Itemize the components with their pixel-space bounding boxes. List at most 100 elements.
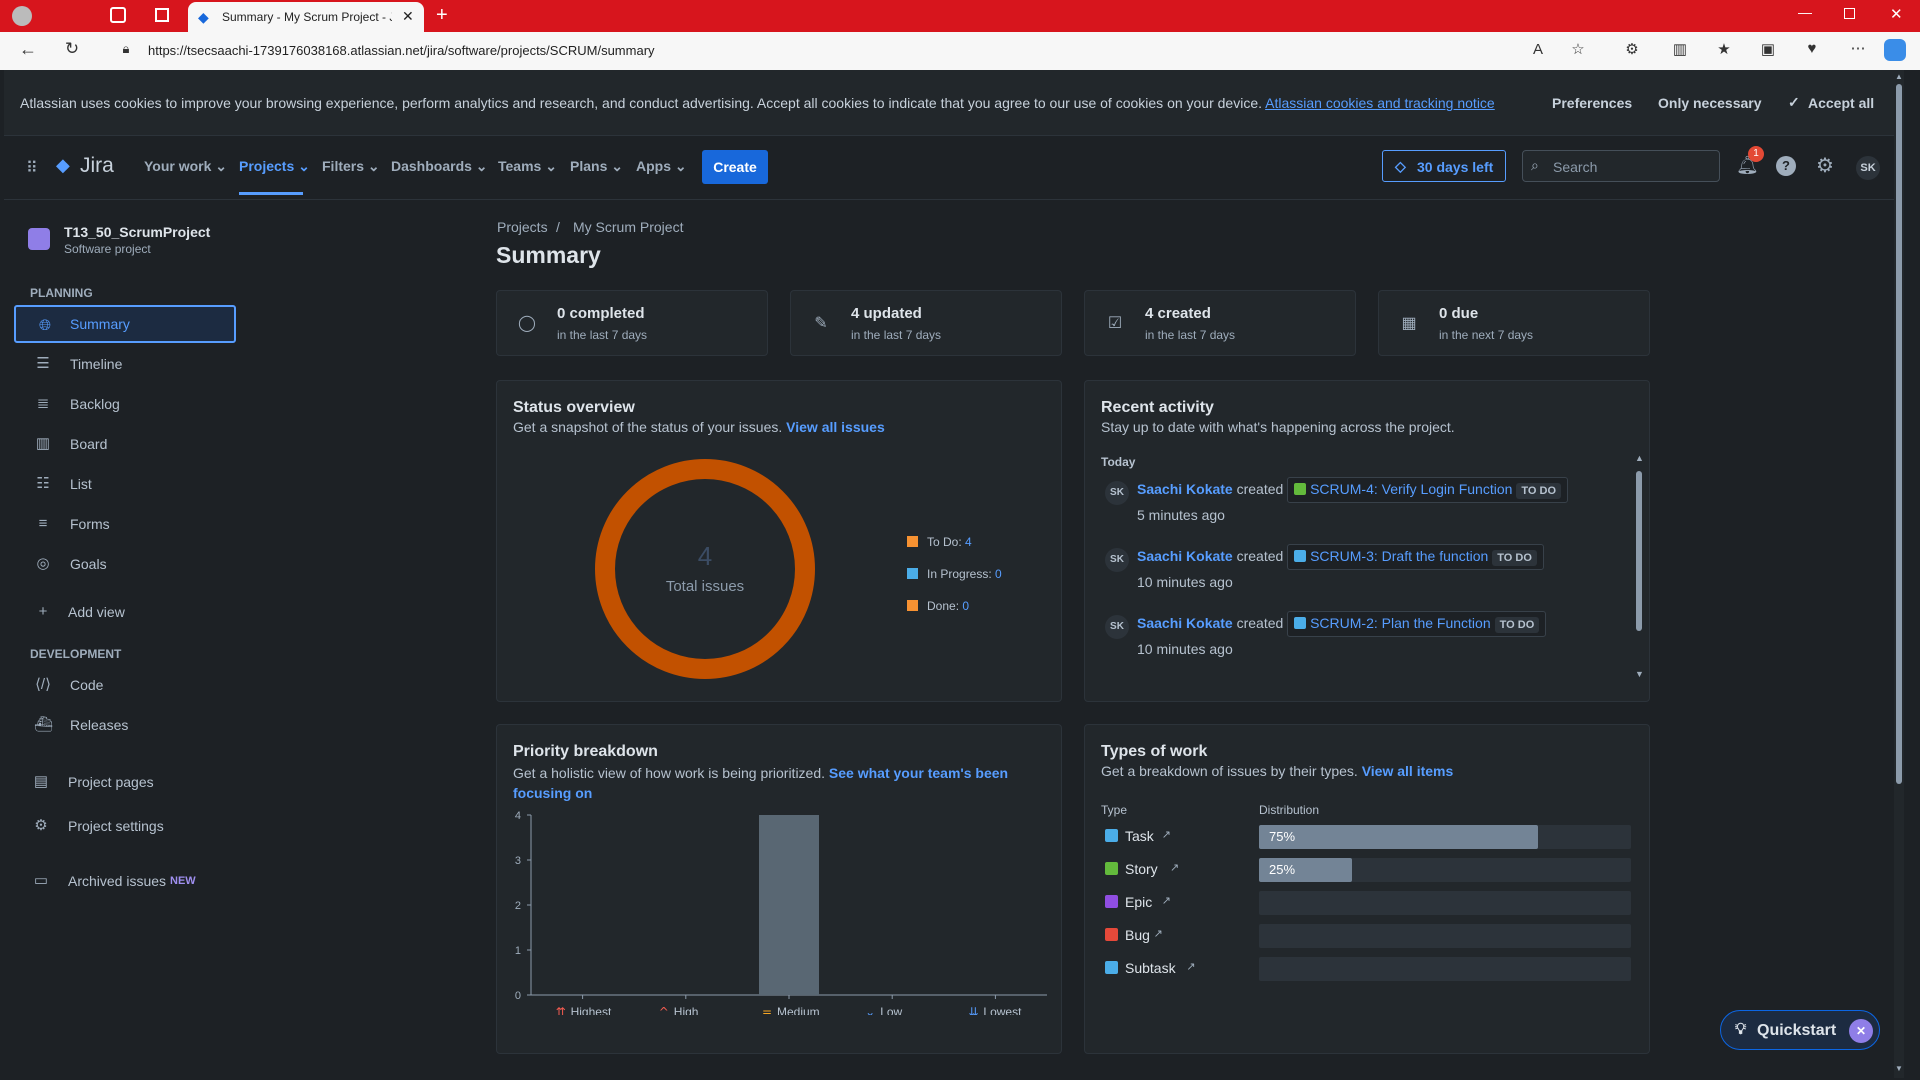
cookie-notice-link[interactable]: Atlassian cookies and tracking notice (1265, 95, 1495, 111)
jira-logo-text[interactable]: Jira (80, 154, 114, 178)
quickstart-button[interactable]: 💡︎ Quickstart ✕ (1720, 1010, 1880, 1050)
project-avatar[interactable] (28, 228, 50, 250)
restore-icon[interactable] (1844, 8, 1855, 19)
favorites-icon[interactable]: ★ (1712, 40, 1736, 58)
sidebar-item-timeline[interactable]: ☰ Timeline (14, 345, 236, 383)
stat-completed[interactable]: ◯ 0 completed in the last 7 days (496, 290, 768, 356)
type-name[interactable]: Task (1125, 828, 1154, 844)
avatar[interactable]: SK (1856, 156, 1880, 180)
issue-link[interactable]: SCRUM-4: Verify Login Function (1310, 481, 1512, 497)
external-link-icon[interactable]: ↗ (1170, 861, 1179, 874)
stat-created[interactable]: ☑ 4 created in the last 7 days (1084, 290, 1356, 356)
sidebar-item-project-pages[interactable]: ▤ Project pages (14, 763, 236, 801)
activity-scrollbar[interactable]: ▲ ▼ (1635, 453, 1644, 683)
reload-icon[interactable]: ↻ (60, 39, 84, 59)
type-row-subtask[interactable]: Subtask ↗ (1101, 957, 1631, 983)
split-screen-icon[interactable]: ▥ (1668, 40, 1692, 58)
accept-all-button[interactable]: Accept all (1808, 95, 1874, 111)
team-focus-link-cont[interactable]: focusing on (513, 785, 592, 801)
nav-projects[interactable]: Projects ⌄ (239, 158, 310, 175)
settings-icon[interactable]: ⚙ (1816, 153, 1834, 178)
tab-actions-icon[interactable] (155, 8, 169, 22)
external-link-icon[interactable]: ↗ (1186, 960, 1195, 973)
type-name[interactable]: Epic (1125, 894, 1152, 910)
back-icon[interactable]: ← (16, 39, 40, 60)
workspaces-icon[interactable] (110, 7, 126, 23)
nav-your-work[interactable]: Your work ⌄ (144, 158, 227, 175)
scroll-up-icon[interactable]: ▲ (1895, 72, 1903, 81)
copilot-icon[interactable] (1884, 39, 1906, 61)
view-all-items-link[interactable]: View all items (1362, 763, 1454, 779)
browser-essentials-icon[interactable]: ♥ (1800, 40, 1824, 57)
read-aloud-icon[interactable]: A (1526, 41, 1550, 58)
nav-apps[interactable]: Apps ⌄ (636, 158, 687, 175)
issue-link[interactable]: SCRUM-2: Plan the Function (1310, 615, 1491, 631)
page-scroll-thumb[interactable] (1896, 84, 1902, 784)
sidebar-item-forms[interactable]: ≡ Forms (14, 505, 236, 543)
close-window-icon[interactable]: ✕ (1890, 5, 1903, 23)
app-switcher-icon[interactable]: ⠿ (26, 158, 38, 178)
favorite-star-icon[interactable]: ☆ (1566, 40, 1590, 58)
sidebar-item-code[interactable]: ⟨/⟩ Code (14, 666, 236, 704)
activity-issue[interactable]: SCRUM-2: Plan the Function TO DO (1287, 611, 1547, 637)
new-tab-icon[interactable]: + (436, 4, 448, 27)
collections-icon[interactable]: ▣ (1756, 40, 1780, 58)
search-input[interactable]: ⌕ Search (1522, 150, 1720, 182)
trial-button[interactable]: ◇ 30 days left (1382, 150, 1506, 182)
more-icon[interactable]: ⋯ (1846, 39, 1870, 57)
minimize-icon[interactable]: — (1798, 4, 1812, 20)
activity-user-link[interactable]: Saachi Kokate (1137, 548, 1233, 564)
lock-icon[interactable]: 🔒︎ (114, 41, 138, 57)
bar-medium[interactable] (759, 815, 819, 995)
scroll-down-icon[interactable]: ▼ (1635, 669, 1644, 679)
sidebar-item-summary[interactable]: 🌐︎ Summary (14, 305, 236, 343)
team-focus-link[interactable]: See what your team's been (829, 765, 1008, 781)
activity-issue[interactable]: SCRUM-4: Verify Login Function TO DO (1287, 477, 1569, 503)
activity-user-link[interactable]: Saachi Kokate (1137, 615, 1233, 631)
scroll-up-icon[interactable]: ▲ (1635, 453, 1644, 463)
activity-user-link[interactable]: Saachi Kokate (1137, 481, 1233, 497)
type-row-story[interactable]: Story ↗ 25% (1101, 858, 1631, 884)
nav-plans[interactable]: Plans ⌄ (570, 158, 623, 175)
activity-issue[interactable]: SCRUM-3: Draft the function TO DO (1287, 544, 1544, 570)
scroll-thumb[interactable] (1636, 471, 1642, 631)
close-tab-icon[interactable]: ✕ (402, 8, 414, 25)
nav-filters[interactable]: Filters ⌄ (322, 158, 380, 175)
sidebar-item-board[interactable]: ▥ Board (14, 425, 236, 463)
type-row-task[interactable]: Task ↗ 75% (1101, 825, 1631, 851)
help-icon[interactable]: ? (1776, 156, 1796, 176)
scroll-down-icon[interactable]: ▼ (1895, 1064, 1903, 1073)
external-link-icon[interactable]: ↗ (1154, 927, 1163, 940)
profile-icon[interactable] (12, 6, 32, 26)
type-row-epic[interactable]: Epic ↗ (1101, 891, 1631, 917)
nav-teams[interactable]: Teams ⌄ (498, 158, 557, 175)
type-name[interactable]: Bug (1125, 927, 1150, 943)
project-name[interactable]: T13_50_ScrumProject (64, 224, 210, 240)
stat-updated[interactable]: ✎ 4 updated in the last 7 days (790, 290, 1062, 356)
sidebar-item-backlog[interactable]: ≣ Backlog (14, 385, 236, 423)
breadcrumb-project[interactable]: My Scrum Project (573, 219, 683, 235)
view-all-issues-link[interactable]: View all issues (786, 419, 885, 435)
browser-tab[interactable]: ◆ Summary - My Scrum Project - Ji ✕ (188, 2, 424, 32)
sidebar-item-project-settings[interactable]: ⚙ Project settings (14, 807, 236, 845)
external-link-icon[interactable]: ↗ (1162, 894, 1171, 907)
type-name[interactable]: Story (1125, 861, 1158, 877)
preferences-button[interactable]: Preferences (1552, 95, 1632, 111)
sidebar-item-goals[interactable]: ◎ Goals (14, 545, 236, 583)
type-name[interactable]: Subtask (1125, 960, 1176, 976)
close-quickstart-icon[interactable]: ✕ (1849, 1019, 1873, 1043)
jira-logo-icon[interactable]: ◆ (56, 155, 70, 176)
only-necessary-button[interactable]: Only necessary (1658, 95, 1762, 111)
sidebar-item-archived[interactable]: ▭ Archived issues NEW (14, 862, 236, 900)
nav-dashboards[interactable]: Dashboards ⌄ (391, 158, 488, 175)
external-link-icon[interactable]: ↗ (1162, 828, 1171, 841)
sidebar-item-list[interactable]: ☷ List (14, 465, 236, 503)
page-scrollbar[interactable]: ▲ ▼ (1894, 70, 1904, 1078)
extensions-icon[interactable]: ⚙ (1620, 40, 1644, 58)
url-field[interactable]: https://tsecsaachi-1739176038168.atlassi… (148, 43, 655, 58)
add-view-button[interactable]: + Add view (14, 593, 236, 631)
type-row-bug[interactable]: Bug ↗ (1101, 924, 1631, 950)
create-button[interactable]: Create (702, 150, 768, 184)
breadcrumb-projects[interactable]: Projects (497, 219, 548, 235)
stat-due[interactable]: ▦ 0 due in the next 7 days (1378, 290, 1650, 356)
